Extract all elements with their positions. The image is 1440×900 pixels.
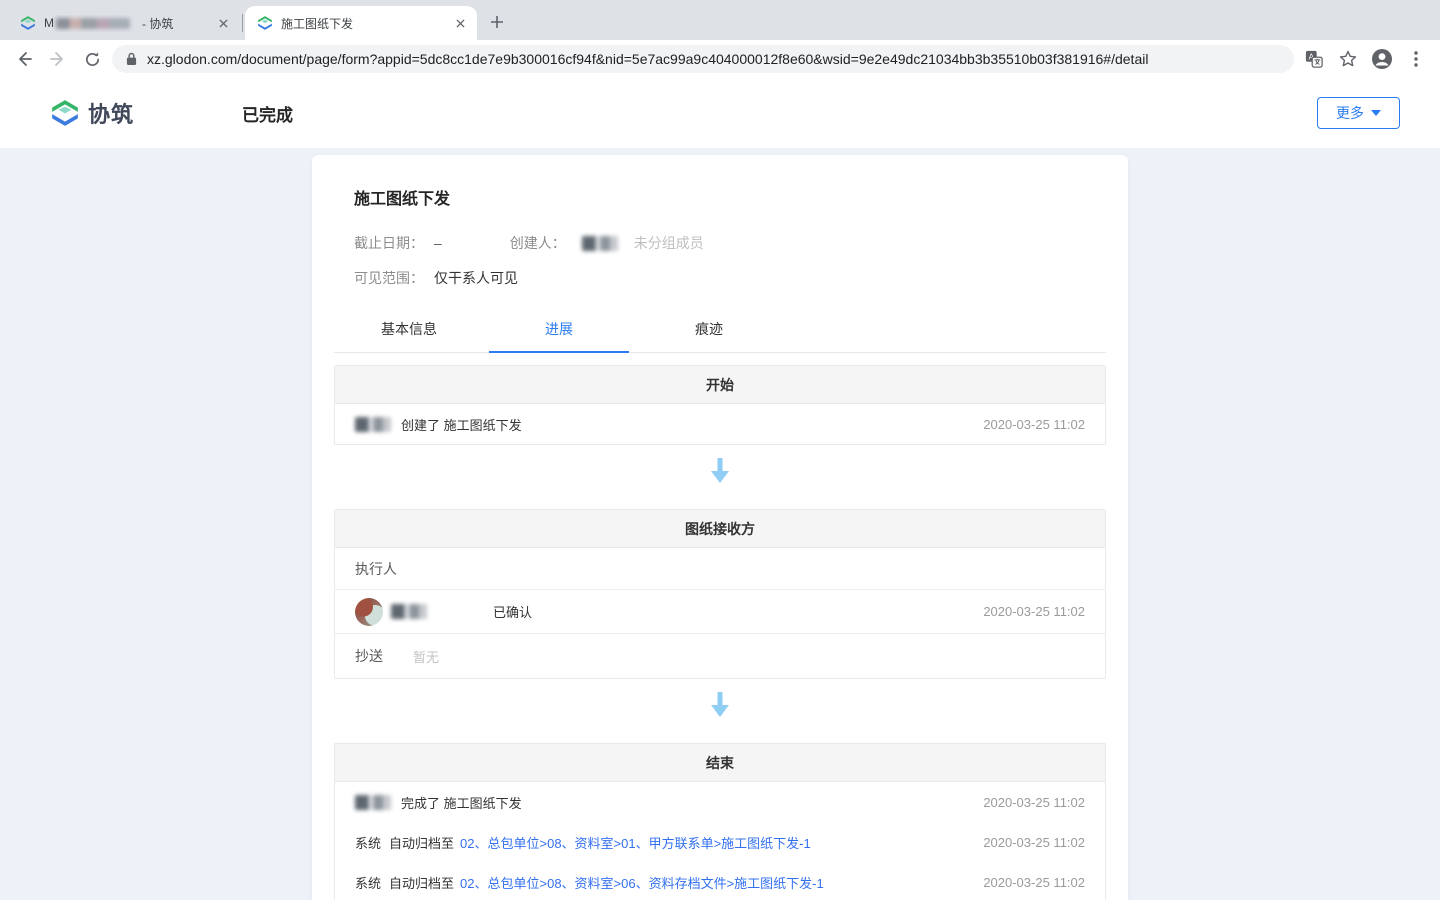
flow-arrow [334, 679, 1106, 731]
section-title: 开始 [335, 366, 1105, 404]
redacted-user-name [355, 795, 391, 810]
meta-row-1: 截止日期： – 创建人： 未分组成员 [354, 233, 1086, 253]
redacted-user-name [391, 604, 427, 619]
due-date-value: – [434, 235, 442, 251]
lock-icon [126, 52, 137, 66]
back-icon[interactable] [10, 45, 38, 73]
row-timestamp: 2020-03-25 11:02 [963, 795, 1085, 810]
creator-label: 创建人： [510, 233, 566, 253]
row-action-text: 创建了 施工图纸下发 [401, 415, 522, 434]
executor-confirm-row: 已确认 2020-03-25 11:02 [335, 590, 1105, 634]
redacted-creator-name [582, 236, 618, 251]
redacted-project-name [56, 18, 130, 29]
visibility-value: 仅干系人可见 [434, 268, 518, 288]
tab-basic-info[interactable]: 基本信息 [334, 310, 484, 352]
translate-icon[interactable]: A [1300, 45, 1328, 73]
timeline-row: 完成了 施工图纸下发 2020-03-25 11:02 [335, 782, 1105, 822]
tab-separator [242, 14, 243, 32]
browser-tab-active[interactable]: 施工图纸下发 [245, 6, 477, 40]
tab-progress[interactable]: 进展 [484, 310, 634, 352]
redacted-user-name [355, 417, 391, 432]
browser-menu-icon[interactable] [1402, 45, 1430, 73]
site-favicon [20, 15, 36, 31]
row-timestamp: 2020-03-25 11:02 [963, 417, 1085, 432]
due-date-label: 截止日期： [354, 233, 424, 253]
address-bar[interactable]: xz.glodon.com/document/page/form?appid=5… [112, 45, 1294, 73]
row-timestamp: 2020-03-25 11:02 [963, 604, 1085, 619]
row-action-text: 完成了 施工图纸下发 [401, 793, 522, 812]
new-tab-button[interactable] [483, 8, 511, 36]
archive-path-link[interactable]: 02、总包单位>08、资料室>01、甲方联系单>施工图纸下发-1 [460, 833, 811, 852]
section-title: 结束 [335, 744, 1105, 782]
app-logo[interactable]: 协筑 [50, 97, 134, 129]
flow-arrow [334, 445, 1106, 497]
section-title: 图纸接收方 [335, 510, 1105, 548]
browser-tab-project[interactable]: M - 协筑 [8, 6, 240, 40]
timeline-section-start: 开始 创建了 施工图纸下发 2020-03-25 11:02 [334, 365, 1106, 445]
row-action-text: 自动归档至 [389, 833, 454, 852]
arrow-down-icon [711, 458, 729, 484]
arrow-down-icon [711, 692, 729, 718]
timeline-row: 系统 自动归档至 02、总包单位>08、资料室>01、甲方联系单>施工图纸下发-… [335, 822, 1105, 862]
tab-close-icon[interactable] [451, 14, 469, 32]
meta-row-2: 可见范围： 仅干系人可见 [354, 268, 1086, 288]
xiezhu-logo-icon [50, 98, 80, 128]
system-label: 系统 [355, 833, 381, 852]
detail-tabs: 基本信息 进展 痕迹 [334, 310, 1106, 353]
tab-title: M - 协筑 [44, 15, 206, 32]
browser-tab-strip: M - 协筑 施工图纸下发 [0, 0, 1440, 40]
profile-avatar-icon[interactable] [1368, 45, 1396, 73]
page-status-title: 已完成 [242, 101, 293, 126]
refresh-icon[interactable] [78, 45, 106, 73]
archive-path-link[interactable]: 02、总包单位>08、资料室>06、资料存档文件>施工图纸下发-1 [460, 873, 824, 892]
url-text: xz.glodon.com/document/page/form?appid=5… [147, 51, 1148, 67]
timeline-section-end: 结束 完成了 施工图纸下发 2020-03-25 11:02 系统 自动归档至 … [334, 743, 1106, 900]
document-title: 施工图纸下发 [354, 185, 1086, 209]
creator-group: 未分组成员 [634, 233, 704, 253]
cc-label: 抄送 [355, 646, 383, 666]
timeline-section-receiver: 图纸接收方 执行人 已确认 2020-03-25 11:02 抄送 暂无 [334, 509, 1106, 679]
more-button[interactable]: 更多 [1317, 97, 1400, 129]
detail-card: 施工图纸下发 截止日期： – 创建人： 未分组成员 可见范围： 仅干系人可见 基… [312, 155, 1128, 900]
app-header: 协筑 已完成 更多 [0, 78, 1440, 148]
chevron-down-icon [1371, 110, 1381, 116]
executor-label-row: 执行人 [335, 548, 1105, 590]
bookmark-star-icon[interactable] [1334, 45, 1362, 73]
tab-traces[interactable]: 痕迹 [634, 310, 784, 352]
user-avatar [355, 598, 383, 626]
site-favicon [257, 15, 273, 31]
row-timestamp: 2020-03-25 11:02 [963, 835, 1085, 850]
cc-value: 暂无 [413, 647, 439, 666]
confirm-status: 已确认 [493, 602, 532, 621]
app-logo-text: 协筑 [88, 97, 134, 129]
row-timestamp: 2020-03-25 11:02 [963, 875, 1085, 890]
tab-title: 施工图纸下发 [281, 15, 443, 32]
forward-icon[interactable] [44, 45, 72, 73]
timeline-row: 系统 自动归档至 02、总包单位>08、资料室>06、资料存档文件>施工图纸下发… [335, 862, 1105, 900]
executor-label: 执行人 [355, 559, 397, 579]
visibility-label: 可见范围： [354, 268, 424, 288]
browser-navbar: xz.glodon.com/document/page/form?appid=5… [0, 40, 1440, 78]
cc-row: 抄送 暂无 [335, 634, 1105, 678]
page-background: 施工图纸下发 截止日期： – 创建人： 未分组成员 可见范围： 仅干系人可见 基… [0, 148, 1440, 900]
timeline-row: 创建了 施工图纸下发 2020-03-25 11:02 [335, 404, 1105, 444]
tab-close-icon[interactable] [214, 14, 232, 32]
row-action-text: 自动归档至 [389, 873, 454, 892]
system-label: 系统 [355, 873, 381, 892]
